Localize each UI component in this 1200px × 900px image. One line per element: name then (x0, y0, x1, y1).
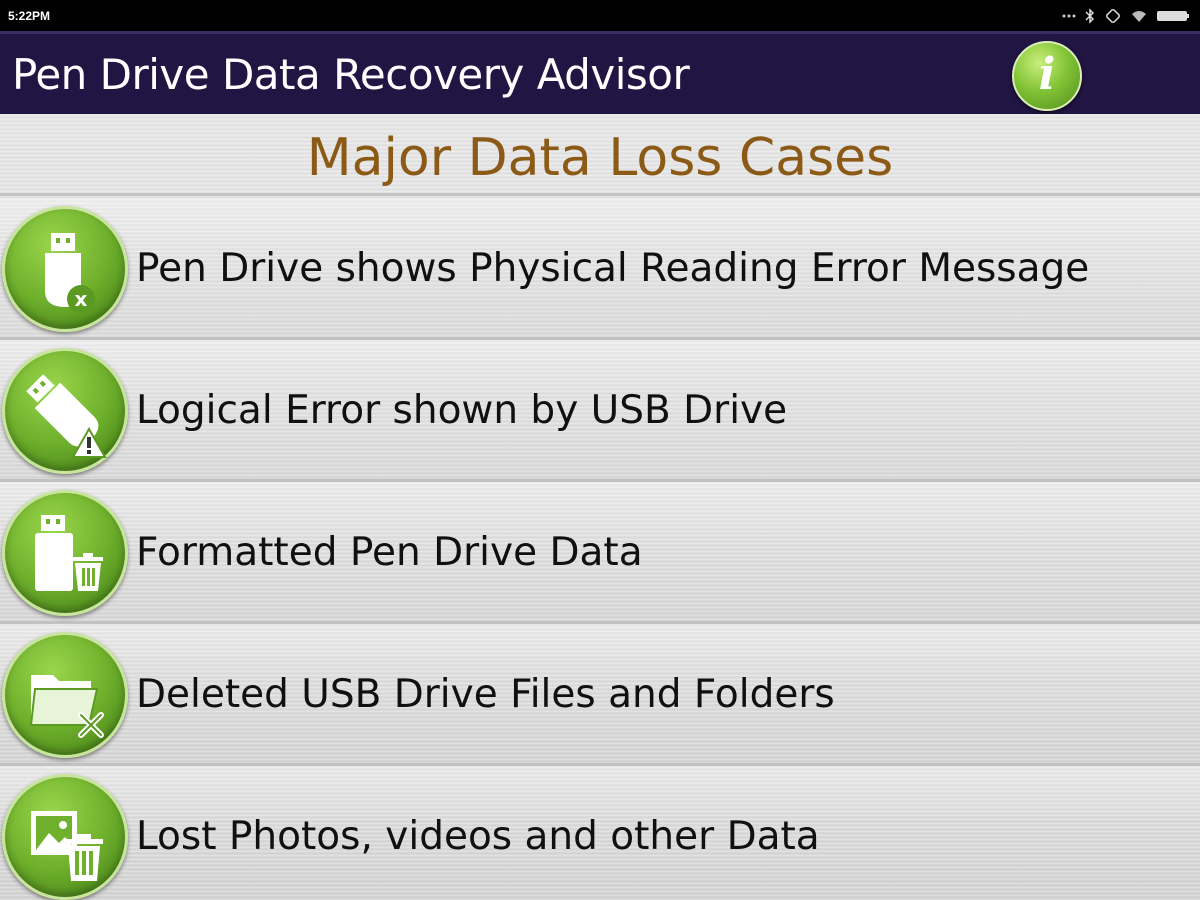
case-item-deleted-files[interactable]: Deleted USB Drive Files and Folders (0, 624, 1200, 766)
rotation-icon (1104, 8, 1122, 24)
section-header: Major Data Loss Cases (0, 114, 1200, 196)
photo-trash-icon (2, 774, 128, 900)
usb-warning-icon (2, 348, 128, 474)
case-label: Formatted Pen Drive Data (136, 530, 643, 575)
case-label: Pen Drive shows Physical Reading Error M… (136, 246, 1090, 291)
case-item-physical-error[interactable]: x Pen Drive shows Physical Reading Error… (0, 198, 1200, 340)
wifi-icon (1131, 9, 1147, 23)
info-button[interactable]: i (1012, 41, 1082, 111)
app-bar: Pen Drive Data Recovery Advisor i (0, 31, 1200, 114)
usb-trash-icon (2, 490, 128, 616)
case-label: Deleted USB Drive Files and Folders (136, 672, 835, 717)
folder-delete-icon (2, 632, 128, 758)
app-title: Pen Drive Data Recovery Advisor (12, 50, 690, 99)
bluetooth-icon (1085, 8, 1095, 24)
case-item-formatted[interactable]: Formatted Pen Drive Data (0, 482, 1200, 624)
battery-icon (1156, 9, 1190, 23)
status-bar: 5:22PM (0, 0, 1200, 31)
case-label: Lost Photos, videos and other Data (136, 814, 820, 859)
more-dots-icon (1062, 13, 1076, 19)
case-item-logical-error[interactable]: Logical Error shown by USB Drive (0, 340, 1200, 482)
status-time: 5:22PM (8, 9, 51, 23)
usb-error-icon: x (2, 206, 128, 332)
svg-text:x: x (75, 287, 88, 311)
case-item-lost-photos[interactable]: Lost Photos, videos and other Data (0, 766, 1200, 900)
section-title: Major Data Loss Cases (306, 128, 894, 188)
status-icons (1062, 6, 1190, 26)
case-label: Logical Error shown by USB Drive (136, 388, 788, 433)
info-icon: i (1038, 49, 1056, 100)
content-area: Major Data Loss Cases x Pen Drive shows … (0, 114, 1200, 900)
